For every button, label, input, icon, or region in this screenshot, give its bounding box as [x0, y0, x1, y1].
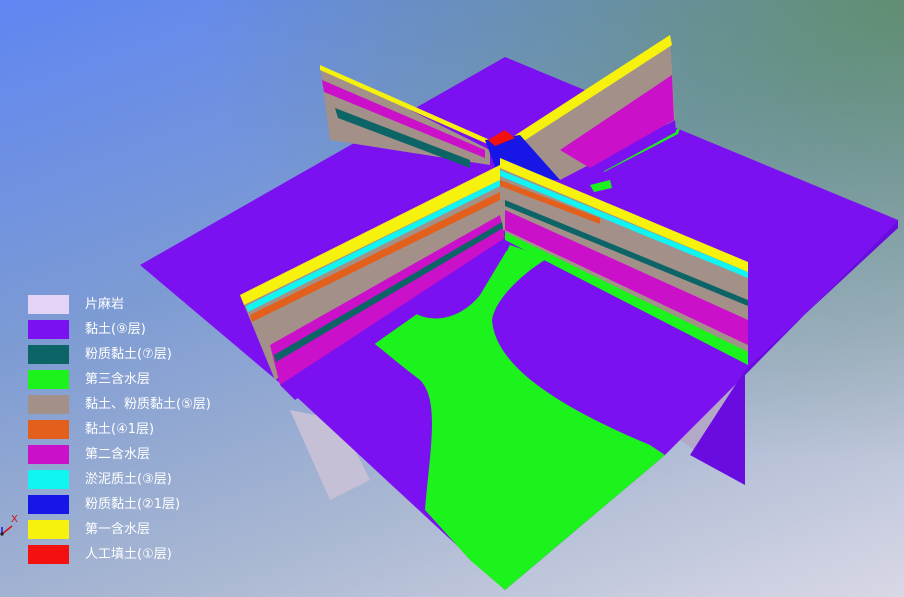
legend-label: 黏土、粉质黏土(⑤层)	[85, 397, 211, 412]
legend-swatch	[28, 295, 69, 314]
legend-item: 黏土(⑨层)	[28, 317, 268, 342]
legend-item: 淤泥质土(③层)	[28, 467, 268, 492]
axis-x-label: X	[11, 514, 18, 525]
legend-item: 第一含水层	[28, 517, 268, 542]
legend-item: 片麻岩	[28, 292, 268, 317]
legend-item: 粉质黏土(②1层)	[28, 492, 268, 517]
legend-swatch	[28, 495, 69, 514]
legend-label: 黏土(⑨层)	[85, 322, 146, 337]
legend-swatch	[28, 420, 69, 439]
legend-label: 黏土(④1层)	[85, 422, 155, 437]
legend-swatch	[28, 445, 69, 464]
legend-swatch	[28, 470, 69, 489]
3d-viewport[interactable]: 片麻岩 黏土(⑨层) 粉质黏土(⑦层) 第三含水层 黏土、粉质黏土(⑤层) 黏土…	[0, 0, 904, 597]
legend-swatch	[28, 320, 69, 339]
legend-swatch	[28, 520, 69, 539]
axis-triad: X	[0, 514, 24, 538]
legend-label: 淤泥质土(③层)	[85, 472, 172, 487]
legend-swatch	[28, 545, 69, 564]
legend-swatch	[28, 395, 69, 414]
legend-label: 粉质黏土(②1层)	[85, 497, 181, 512]
legend-swatch	[28, 370, 69, 389]
legend-item: 粉质黏土(⑦层)	[28, 342, 268, 367]
legend-item: 第三含水层	[28, 367, 268, 392]
legend-item: 第二含水层	[28, 442, 268, 467]
legend-label: 片麻岩	[85, 297, 125, 312]
legend-item: 人工填土(①层)	[28, 542, 268, 567]
legend-swatch	[28, 345, 69, 364]
legend-label: 第三含水层	[85, 372, 151, 387]
legend-label: 人工填土(①层)	[85, 547, 172, 562]
legend-label: 第一含水层	[85, 522, 151, 537]
legend-item: 黏土、粉质黏土(⑤层)	[28, 392, 268, 417]
legend-item: 黏土(④1层)	[28, 417, 268, 442]
legend-label: 第二含水层	[85, 447, 151, 462]
legend-label: 粉质黏土(⑦层)	[85, 347, 172, 362]
legend: 片麻岩 黏土(⑨层) 粉质黏土(⑦层) 第三含水层 黏土、粉质黏土(⑤层) 黏土…	[28, 292, 268, 567]
